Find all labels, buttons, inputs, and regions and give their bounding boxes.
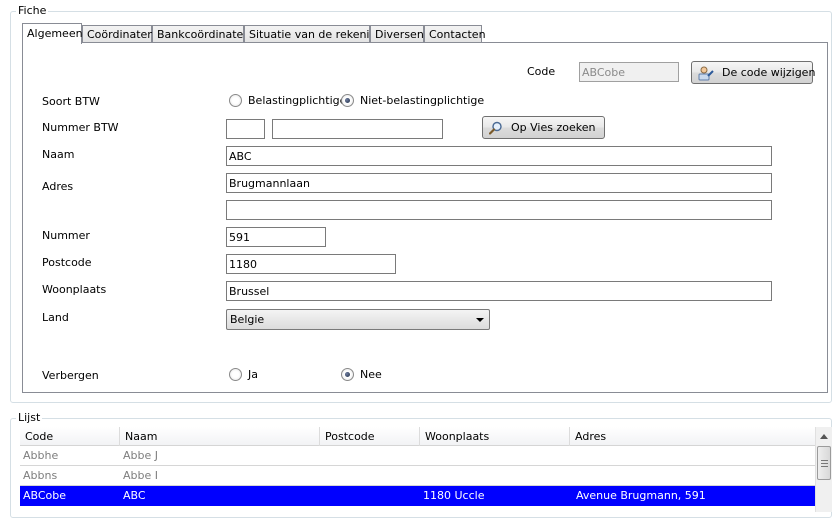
radio-niet-belastingplichtige[interactable]: Niet-belastingplichtige: [341, 94, 484, 107]
radio-verbergen-nee[interactable]: Nee: [341, 368, 382, 381]
vertical-scrollbar[interactable]: [815, 427, 832, 512]
tab-algemeen[interactable]: Algemeen: [22, 23, 83, 44]
verbergen-label: Verbergen: [42, 369, 99, 382]
tab-coordinaten[interactable]: Coördinaten: [82, 25, 154, 43]
cell-woonplaats: [420, 466, 423, 485]
cell-adres: Avenue Brugmann, 591: [576, 489, 706, 502]
table-row[interactable]: Abbhe Abbe J: [20, 446, 815, 466]
lijst-grid: Code Naam Postcode Woonplaats Adres Abbh…: [20, 427, 815, 512]
change-code-button-label: De code wijzigen: [722, 66, 816, 79]
table-row-selected[interactable]: ABCobe ABC 1180 Uccle Avenue Brugmann, 5…: [20, 486, 815, 506]
naam-field[interactable]: [226, 146, 772, 166]
land-select-value: Belgie: [230, 313, 265, 326]
person-card-icon: [698, 65, 714, 81]
cell-postcode: [320, 486, 323, 505]
cell-woonplaats: [420, 446, 423, 465]
land-label: Land: [42, 311, 69, 324]
cell-naam: ABC: [123, 489, 146, 502]
radio-verbergen-nee-label: Nee: [360, 368, 382, 381]
column-header-woonplaats[interactable]: Woonplaats: [420, 427, 570, 446]
adres-line1-field[interactable]: [226, 173, 772, 193]
tab-situatie-van-de-rekening[interactable]: Situatie van de rekening: [244, 25, 383, 43]
change-code-button[interactable]: De code wijzigen: [691, 61, 816, 84]
land-select[interactable]: Belgie: [226, 309, 490, 330]
nummer-label: Nummer: [42, 229, 90, 242]
radio-niet-belastingplichtige-circle: [341, 94, 354, 107]
cell-naam: Abbe I: [123, 469, 158, 482]
radio-belastingplichtige[interactable]: Belastingplichtige: [229, 94, 346, 107]
column-header-postcode[interactable]: Postcode: [320, 427, 420, 446]
adres-label: Adres: [42, 180, 74, 193]
tab-diversen[interactable]: Diversen: [370, 25, 424, 43]
code-label: Code: [527, 65, 556, 78]
cell-code: Abbhe: [23, 449, 59, 462]
woonplaats-field[interactable]: [226, 281, 772, 301]
btw-number-field[interactable]: [272, 119, 443, 139]
scroll-thumb[interactable]: [817, 446, 831, 480]
nummer-field[interactable]: [226, 227, 326, 247]
cell-adres: [573, 446, 576, 465]
naam-label: Naam: [42, 148, 75, 161]
radio-verbergen-ja[interactable]: Ja: [229, 368, 258, 381]
code-field[interactable]: [579, 62, 679, 82]
fiche-legend: Fiche: [16, 4, 49, 17]
chevron-down-icon: [476, 318, 484, 322]
vies-search-button[interactable]: Op Vies zoeken: [482, 116, 605, 139]
radio-belastingplichtige-circle: [229, 94, 242, 107]
radio-verbergen-nee-circle: [341, 368, 354, 381]
radio-belastingplichtige-label: Belastingplichtige: [248, 94, 347, 107]
column-header-naam[interactable]: Naam: [120, 427, 320, 446]
column-header-adres[interactable]: Adres: [570, 427, 815, 446]
scroll-up-button[interactable]: [816, 428, 832, 445]
tab-contacten[interactable]: Contacten: [424, 25, 486, 43]
radio-niet-belastingplichtige-label: Niet-belastingplichtige: [360, 94, 485, 107]
lijst-legend: Lijst: [16, 411, 43, 424]
cell-woonplaats: 1180 Uccle: [423, 489, 485, 502]
woonplaats-label: Woonplaats: [42, 283, 107, 296]
adres-line2-field[interactable]: [226, 200, 772, 220]
radio-verbergen-ja-circle: [229, 368, 242, 381]
postcode-label: Postcode: [42, 256, 92, 269]
cell-naam: Abbe J: [123, 449, 158, 462]
soort-btw-label: Soort BTW: [42, 95, 100, 108]
table-row[interactable]: Abbns Abbe I: [20, 466, 815, 486]
nummer-btw-label: Nummer BTW: [42, 121, 119, 134]
vies-search-button-label: Op Vies zoeken: [511, 121, 596, 134]
cell-postcode: [320, 446, 323, 465]
cell-postcode: [320, 466, 323, 485]
tab-bankcoordinaten[interactable]: Bankcoördinaten: [152, 25, 250, 43]
cell-adres: [573, 466, 576, 485]
magnifier-icon: [488, 121, 503, 135]
postcode-field[interactable]: [226, 254, 396, 274]
chevron-up-icon: [820, 434, 828, 439]
cell-code: Abbns: [23, 469, 58, 482]
radio-verbergen-ja-label: Ja: [248, 368, 258, 381]
cell-code: ABCobe: [23, 489, 67, 502]
grid-header: Code Naam Postcode Woonplaats Adres: [20, 427, 815, 446]
btw-prefix-field[interactable]: [226, 119, 265, 139]
column-header-code[interactable]: Code: [20, 427, 120, 446]
